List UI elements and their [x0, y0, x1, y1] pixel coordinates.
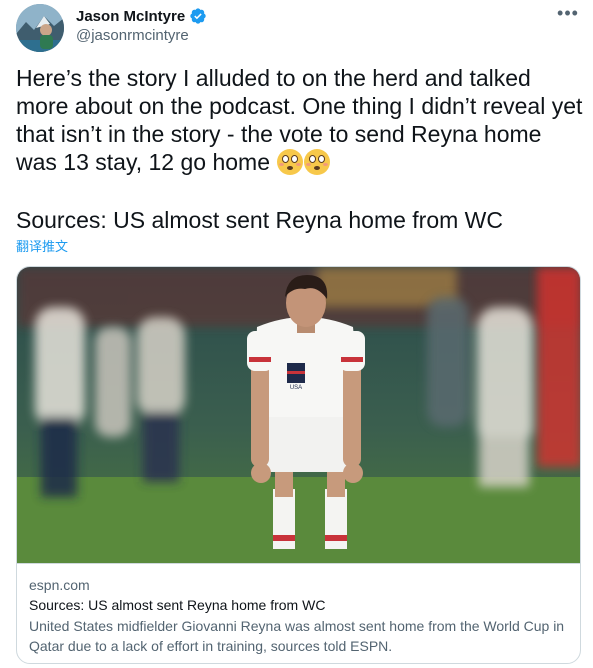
- tweet-headline: Sources: US almost sent Reyna home from …: [16, 207, 503, 233]
- soccer-player-photo: USA: [17, 267, 580, 563]
- avatar[interactable]: [16, 4, 64, 52]
- card-meta: espn.com Sources: US almost sent Reyna h…: [17, 563, 580, 663]
- card-title: Sources: US almost sent Reyna home from …: [29, 597, 326, 613]
- author-name[interactable]: Jason McIntyre: [76, 8, 185, 25]
- translate-tweet-link[interactable]: 翻译推文: [16, 236, 68, 255]
- tweet-header: Jason McIntyre @jasonrmcintyre •••: [16, 4, 581, 52]
- tweet-body: Here’s the story I alluded to on the her…: [16, 64, 586, 176]
- verified-badge-icon: [189, 7, 207, 25]
- author-handle[interactable]: @jasonrmcintyre: [76, 27, 207, 44]
- jersey-text: USA: [290, 385, 302, 391]
- flushed-face-icon: [304, 149, 331, 175]
- card-description: United States midfielder Giovanni Reyna …: [29, 618, 565, 654]
- link-preview-card[interactable]: USA espn.com Sources: US almost sent Rey…: [16, 266, 581, 664]
- more-horizontal-icon[interactable]: •••: [555, 4, 581, 26]
- flushed-face-icon: [277, 149, 304, 175]
- card-domain: espn.com: [29, 577, 90, 593]
